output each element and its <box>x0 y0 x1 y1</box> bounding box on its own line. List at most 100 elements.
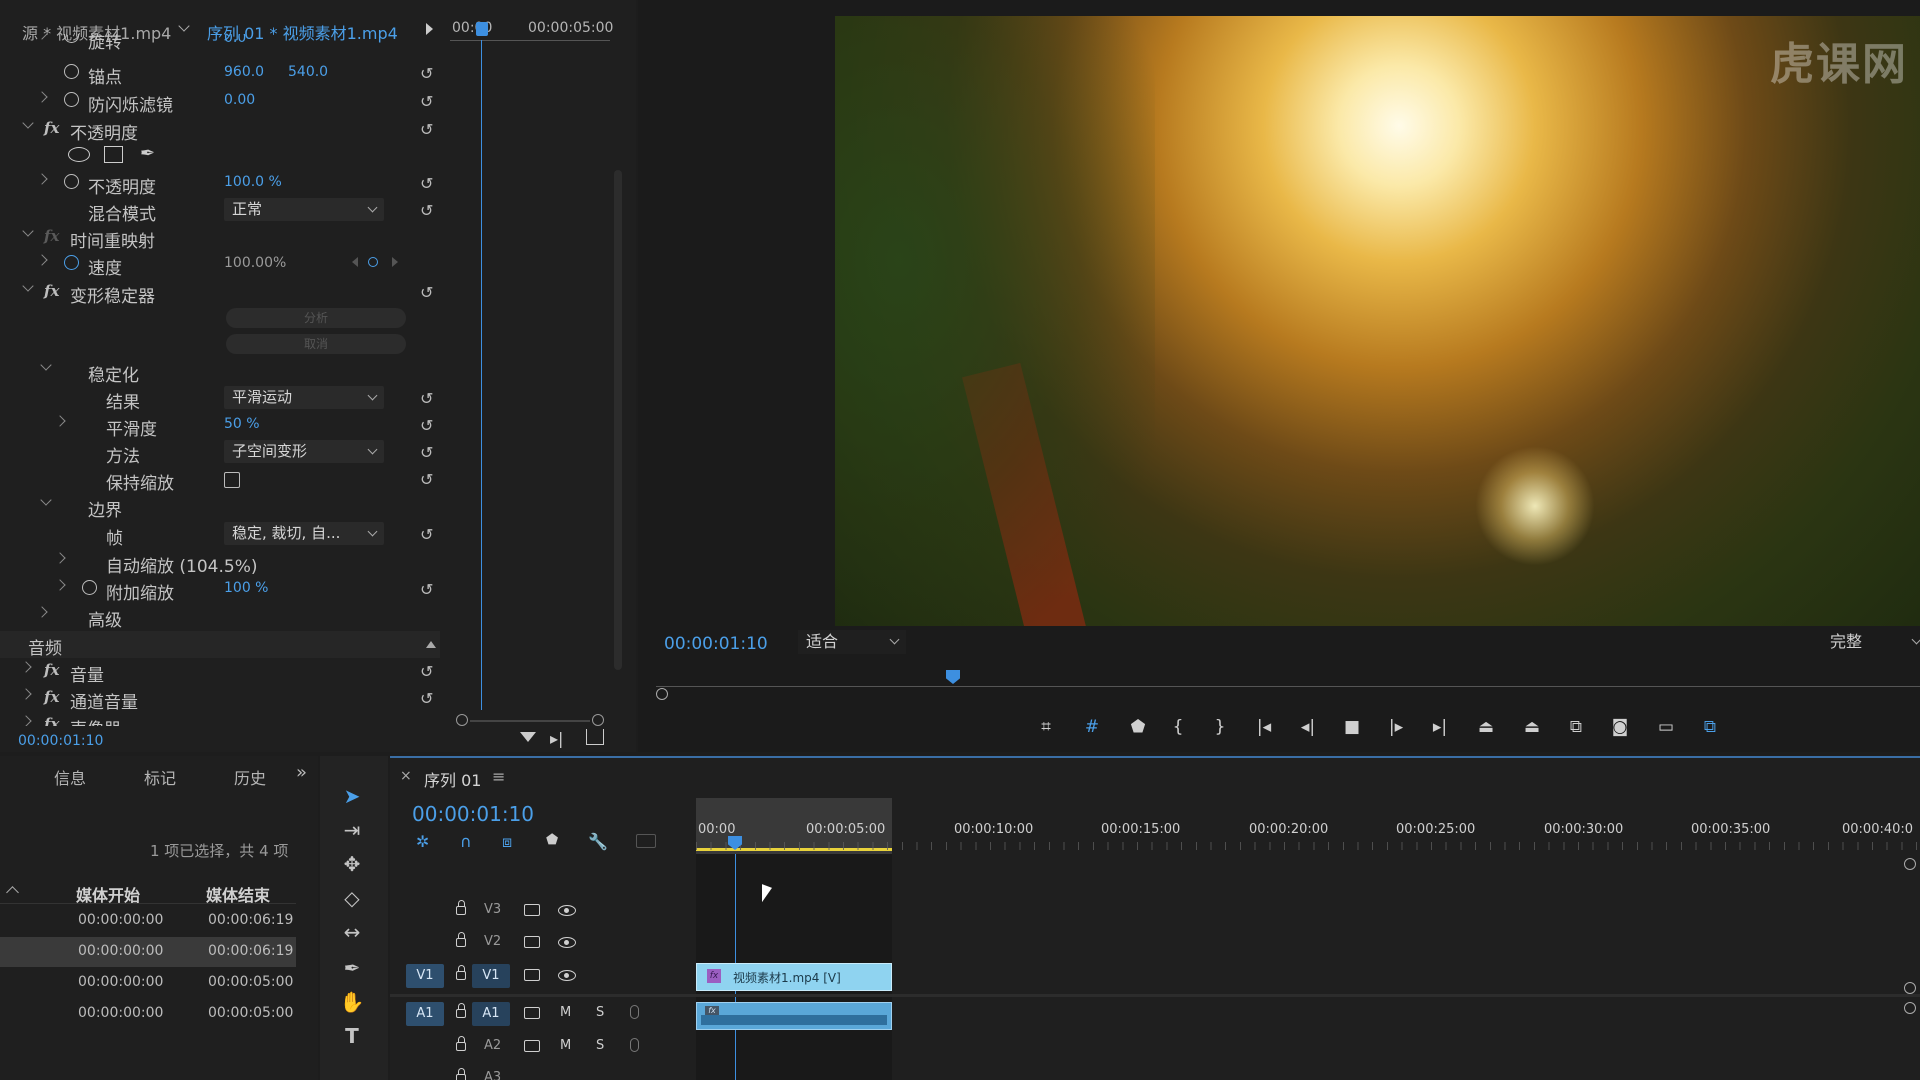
quality-select[interactable]: 完整 <box>1822 630 1920 654</box>
pen-mask-icon[interactable]: ✒ <box>140 143 155 164</box>
snap-icon[interactable]: ∩ <box>460 832 472 851</box>
track-label-a1[interactable]: A1 <box>472 1002 510 1026</box>
nest-sequence-icon[interactable]: ✲ <box>416 832 429 851</box>
stopwatch-icon[interactable] <box>64 34 79 43</box>
video-preview[interactable]: 虎课网 <box>835 16 1920 626</box>
effect-controls-scrollbar[interactable] <box>614 170 622 670</box>
tab-markers[interactable]: 标记 <box>144 765 176 789</box>
zoom-handle-left[interactable] <box>656 688 668 700</box>
selection-tool-icon[interactable]: ➤ <box>334 780 370 812</box>
blend-mode-select[interactable]: 正常 <box>224 198 384 221</box>
chevron-down-icon[interactable] <box>178 20 190 32</box>
play-audio-icon[interactable]: ▸| <box>550 729 563 748</box>
effect-controls-footer-time[interactable]: 00:00:01:10 <box>18 733 103 749</box>
expand-chevron-icon[interactable] <box>54 552 66 564</box>
mark-in-icon[interactable]: { <box>1164 714 1192 740</box>
reset-icon[interactable]: ↺ <box>420 92 436 111</box>
hand-tool-icon[interactable]: ✋ <box>334 986 370 1018</box>
expand-chevron-icon[interactable] <box>36 173 48 185</box>
fx-badge-icon[interactable]: fx <box>44 661 59 679</box>
audio-clip[interactable]: fx <box>696 1002 892 1030</box>
step-back-icon[interactable]: ◂| <box>1294 714 1322 740</box>
sync-lock-icon[interactable] <box>524 969 540 981</box>
additional-scale-value[interactable]: 100 % <box>224 580 268 596</box>
prev-keyframe-icon[interactable] <box>352 257 358 267</box>
reset-icon[interactable]: ↺ <box>420 416 436 435</box>
lock-icon[interactable] <box>456 900 466 915</box>
vr-video-icon[interactable]: ⧉ <box>1696 714 1724 740</box>
reset-icon[interactable]: ↺ <box>420 201 436 220</box>
mark-out-icon[interactable]: } <box>1206 714 1234 740</box>
collapse-chevron-icon[interactable] <box>22 225 34 237</box>
tab-info[interactable]: 信息 <box>54 765 86 789</box>
slip-tool-icon[interactable]: ↔ <box>334 916 370 948</box>
rotation-value[interactable]: 0.0 <box>224 34 246 46</box>
col-media-start[interactable]: 媒体开始 <box>76 882 140 906</box>
vertical-zoom-handle[interactable] <box>1904 982 1916 994</box>
lock-icon[interactable] <box>456 1068 466 1080</box>
go-to-out-icon[interactable]: ▸| <box>1426 714 1454 740</box>
stopwatch-icon[interactable] <box>64 255 79 270</box>
eye-icon[interactable] <box>558 937 576 948</box>
razor-tool-icon[interactable]: ◇ <box>334 882 370 914</box>
zoom-handle-right[interactable] <box>592 714 604 726</box>
stopwatch-icon[interactable] <box>64 64 79 79</box>
solo-button[interactable]: S <box>596 1038 604 1053</box>
sort-up-icon[interactable] <box>6 886 19 899</box>
reset-icon[interactable]: ↺ <box>420 689 436 708</box>
video-clip[interactable]: fx 视频素材1.mp4 [V] <box>696 963 892 991</box>
anchor-y-value[interactable]: 540.0 <box>288 64 328 80</box>
analyze-button[interactable]: 分析 <box>226 308 406 328</box>
vertical-zoom-handle[interactable] <box>1904 858 1916 870</box>
collapse-chevron-icon[interactable] <box>22 280 34 292</box>
lift-icon[interactable]: ⏏ <box>1472 714 1500 740</box>
fx-badge-icon[interactable]: fx <box>44 715 59 726</box>
lock-icon[interactable] <box>456 1003 466 1018</box>
stopwatch-icon[interactable] <box>64 174 79 189</box>
next-keyframe-icon[interactable] <box>392 257 398 267</box>
reset-icon[interactable]: ↺ <box>420 470 436 489</box>
timeline-settings-icon[interactable]: 🔧 <box>588 832 608 851</box>
track-label-v3[interactable]: V3 <box>484 902 501 917</box>
export-icon[interactable] <box>586 729 604 745</box>
table-row[interactable]: 00:00:00:00 00:00:06:19 <box>0 906 296 936</box>
go-to-in-icon[interactable]: |◂ <box>1250 714 1278 740</box>
close-timeline-icon[interactable]: × <box>400 768 412 784</box>
smoothness-value[interactable]: 50 % <box>224 416 260 432</box>
sync-lock-icon[interactable] <box>524 1007 540 1019</box>
mute-button[interactable]: M <box>560 1005 571 1020</box>
fx-badge-icon[interactable]: fx <box>44 119 59 137</box>
stop-icon[interactable]: ■ <box>1338 714 1366 740</box>
vertical-zoom-handle[interactable] <box>1904 1002 1916 1014</box>
step-forward-icon[interactable]: |▸ <box>1382 714 1410 740</box>
expand-chevron-icon[interactable] <box>54 415 66 427</box>
mini-playhead-head[interactable] <box>476 22 488 36</box>
timeline-title[interactable]: 序列 01 <box>424 767 481 791</box>
mini-timeline-ruler[interactable]: 00:00 00:00:05:00 <box>450 14 613 44</box>
source-patch-a1[interactable]: A1 <box>406 1002 444 1026</box>
track-label-a3[interactable]: A3 <box>484 1070 501 1080</box>
stopwatch-icon[interactable] <box>82 580 97 595</box>
table-row[interactable]: 00:00:00:00 00:00:06:19 <box>0 937 296 967</box>
timeline-ruler[interactable]: 00:00 00:00:05:00 00:00:10:00 00:00:15:0… <box>696 798 1920 854</box>
track-select-tool-icon[interactable]: ⇥ <box>334 814 370 846</box>
collapse-chevron-icon[interactable] <box>22 117 34 129</box>
filter-icon[interactable] <box>520 732 536 742</box>
reset-icon[interactable]: ↺ <box>420 120 436 139</box>
solo-button[interactable]: S <box>596 1005 604 1020</box>
collapse-chevron-icon[interactable] <box>40 359 52 371</box>
reset-icon[interactable]: ↺ <box>420 443 436 462</box>
scrubber-playhead[interactable] <box>946 670 960 684</box>
expand-chevron-icon[interactable] <box>20 715 32 726</box>
export-frame-icon[interactable]: ◙ <box>1606 714 1634 740</box>
zoom-handle-left[interactable] <box>456 714 468 726</box>
reset-icon[interactable]: ↺ <box>420 174 436 193</box>
fx-badge-icon[interactable]: fx <box>44 688 59 706</box>
method-select[interactable]: 子空间变形 <box>224 440 384 463</box>
reset-icon[interactable]: ↺ <box>420 580 436 599</box>
eye-icon[interactable] <box>558 905 576 916</box>
eye-icon[interactable] <box>558 970 576 981</box>
safe-margins-icon[interactable]: # <box>1078 714 1106 740</box>
timeline-menu-icon[interactable]: ≡ <box>492 767 505 786</box>
cancel-button[interactable]: 取消 <box>226 334 406 354</box>
